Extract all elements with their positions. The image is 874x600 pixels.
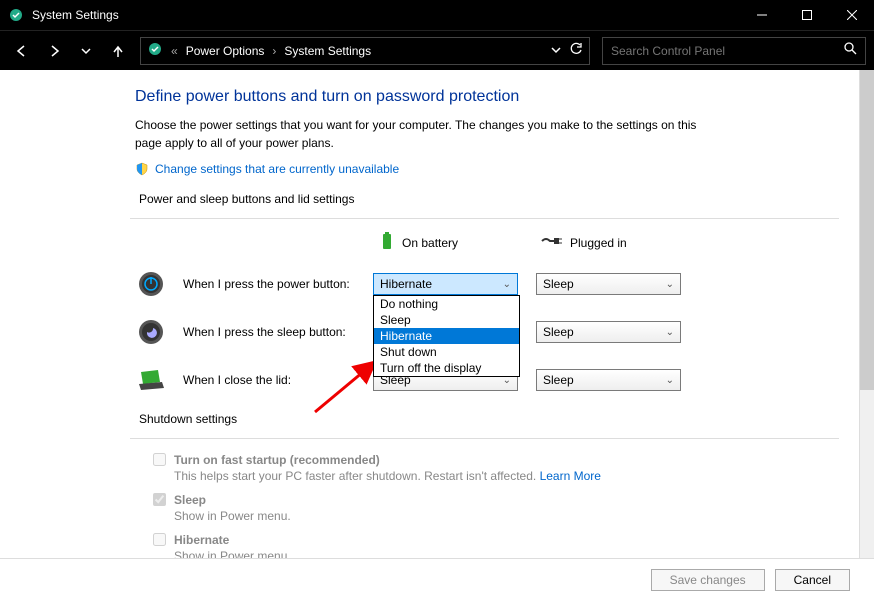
chevron-down-icon: ⌄	[666, 327, 674, 338]
page-subtitle: Choose the power settings that you want …	[135, 116, 715, 152]
chevron-down-icon: ⌄	[503, 279, 511, 290]
breadcrumb-item[interactable]: Power Options	[186, 44, 265, 58]
search-input[interactable]	[611, 44, 843, 58]
dropdown-item[interactable]: Sleep	[374, 312, 519, 328]
forward-button[interactable]	[40, 37, 68, 65]
power-button-label: When I press the power button:	[183, 277, 373, 291]
search-icon[interactable]	[843, 41, 857, 60]
maximize-button[interactable]	[784, 0, 829, 30]
breadcrumb[interactable]: « Power Options › System Settings	[140, 37, 590, 65]
learn-more-link[interactable]: Learn More	[540, 469, 601, 483]
minimize-button[interactable]	[739, 0, 784, 30]
navbar: « Power Options › System Settings	[0, 30, 874, 70]
fast-startup-checkbox	[153, 453, 166, 466]
admin-link[interactable]: Change settings that are currently unava…	[155, 162, 399, 176]
up-button[interactable]	[104, 37, 132, 65]
plug-icon	[540, 234, 562, 251]
dropdown-item[interactable]: Shut down	[374, 344, 519, 360]
battery-icon	[380, 231, 394, 254]
chevron-down-icon: ⌄	[666, 279, 674, 290]
refresh-icon[interactable]	[569, 42, 583, 59]
power-icon	[135, 268, 167, 300]
dropdown-item[interactable]: Do nothing	[374, 296, 519, 312]
titlebar-title: System Settings	[32, 8, 119, 22]
divider	[130, 218, 839, 219]
power-plugged-dropdown[interactable]: Sleep ⌄	[536, 273, 681, 295]
sleep-plugged-dropdown[interactable]: Sleep ⌄	[536, 321, 681, 343]
battery-column-header: On battery	[380, 231, 540, 254]
plugged-column-header: Plugged in	[540, 231, 700, 254]
breadcrumb-item[interactable]: System Settings	[284, 44, 371, 58]
titlebar: System Settings	[0, 0, 874, 30]
sleep-checkbox	[153, 493, 166, 506]
divider	[130, 438, 839, 439]
breadcrumb-sep-icon: «	[169, 44, 180, 58]
scrollbar[interactable]	[859, 70, 874, 558]
back-button[interactable]	[8, 37, 36, 65]
chevron-right-icon: ›	[270, 44, 278, 58]
sleep-icon	[135, 316, 167, 348]
dropdown-item[interactable]: Hibernate	[374, 328, 519, 344]
dropdown-item[interactable]: Turn off the display	[374, 360, 519, 376]
lid-label: When I close the lid:	[183, 373, 373, 387]
hibernate-checkbox	[153, 533, 166, 546]
main-content: Define power buttons and turn on passwor…	[0, 70, 859, 558]
save-button[interactable]: Save changes	[651, 569, 765, 591]
control-panel-icon	[147, 41, 163, 60]
hibernate-item: Hibernate Show in Power menu.	[153, 531, 839, 558]
app-icon	[8, 7, 24, 23]
section-label: Power and sleep buttons and lid settings	[139, 192, 839, 206]
lid-plugged-dropdown[interactable]: Sleep ⌄	[536, 369, 681, 391]
dropdown-list: Do nothing Sleep Hibernate Shut down Tur…	[373, 295, 520, 377]
laptop-icon	[135, 364, 167, 396]
footer: Save changes Cancel	[0, 558, 874, 600]
history-dropdown-button[interactable]	[72, 37, 100, 65]
sleep-button-label: When I press the sleep button:	[183, 325, 373, 339]
fast-startup-item: Turn on fast startup (recommended) This …	[153, 451, 839, 483]
shutdown-section-label: Shutdown settings	[139, 412, 839, 426]
close-button[interactable]	[829, 0, 874, 30]
page-heading: Define power buttons and turn on passwor…	[135, 88, 839, 106]
power-button-row: When I press the power button: Hibernate…	[135, 268, 839, 300]
scrollbar-thumb[interactable]	[860, 70, 874, 390]
power-battery-dropdown[interactable]: Hibernate ⌄ Do nothing Sleep Hibernate S…	[373, 273, 518, 295]
sleep-item: Sleep Show in Power menu.	[153, 491, 839, 523]
search-input-container	[602, 37, 866, 65]
chevron-down-icon: ⌄	[666, 375, 674, 386]
chevron-down-icon[interactable]	[551, 44, 561, 58]
shield-icon	[135, 162, 149, 176]
cancel-button[interactable]: Cancel	[775, 569, 850, 591]
